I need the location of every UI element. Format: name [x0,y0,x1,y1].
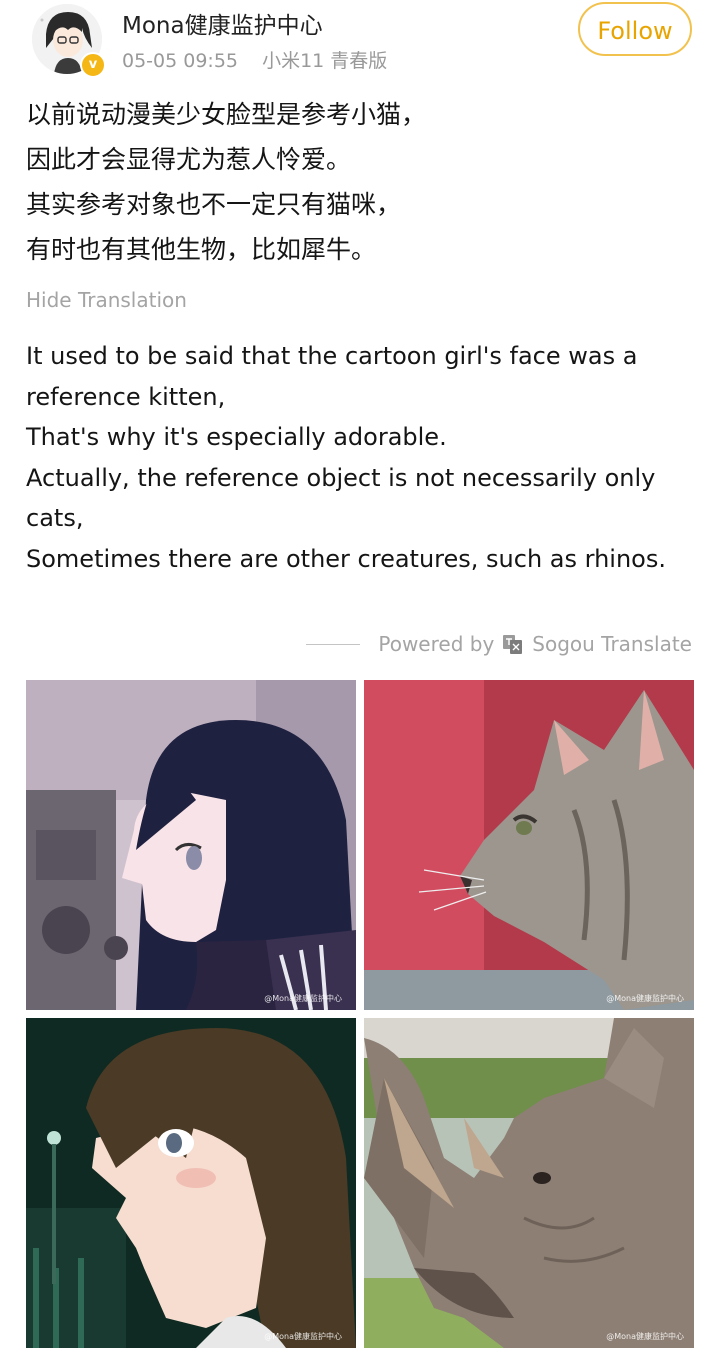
username[interactable]: Mona健康监护中心 [122,6,323,40]
divider [306,643,361,645]
cat-profile-image[interactable]: @Mona健康监护中心 [364,680,694,1010]
translated-text-line: Sometimes there are other creatures, suc… [26,544,666,573]
translated-text-line: Actually, the reference object is not ne… [26,463,656,533]
translated-text-line: That's why it's especially adorable. [26,423,447,451]
verified-badge-icon: v [80,52,106,78]
follow-button[interactable]: Follow [578,2,692,56]
image-watermark: @Mona健康监护中心 [264,994,342,1003]
image-watermark: @Mona健康监护中心 [606,994,684,1003]
translated-text-line: It used to be said that the cartoon girl… [26,342,638,411]
anime-boy-profile-image[interactable]: @Mona健康监护中心 [26,1018,356,1348]
original-text-line: 因此才会显得尤为惹人怜爱。 [26,145,352,174]
post-date: 05-05 09:55 [122,50,239,72]
post-header: v Mona健康监护中心 05-05 09:55 小米11 青春版 Follow [0,0,720,90]
powered-by-prefix: Powered by [378,632,495,656]
image-watermark: @Mona健康监护中心 [264,1332,342,1341]
original-text: 以前说动漫美少女脸型是参考小猫， 因此才会显得尤为惹人怜爱。 其实参考对象也不一… [26,92,696,272]
original-text-line: 其实参考对象也不一定只有猫咪， [26,190,402,219]
post-device: 小米11 青春版 [262,50,388,72]
hide-translation-link[interactable]: Hide Translation [26,288,187,312]
powered-by-service: Sogou Translate [532,632,692,656]
sogou-translate-icon [502,633,524,655]
anime-girl-profile-image[interactable]: @Mona健康监护中心 [26,680,356,1010]
original-text-line: 以前说动漫美少女脸型是参考小猫， [26,100,427,129]
image-watermark: @Mona健康监护中心 [606,1332,684,1341]
post-meta: 05-05 09:55 小米11 青春版 [122,46,405,73]
powered-by: Powered by Sogou Translate [306,626,692,662]
original-text-line: 有时也有其他生物，比如犀牛。 [26,235,377,264]
translated-text: It used to be said that the cartoon girl… [26,336,696,579]
rhino-profile-image[interactable]: @Mona健康监护中心 [364,1018,694,1348]
image-grid: @Mona健康监护中心 @Mona健康监护中心 @Mona健康监护中心 @Mon… [26,680,694,1348]
